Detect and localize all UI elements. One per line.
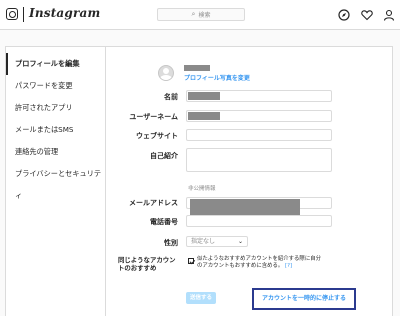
sidebar-item-authorized-apps[interactable]: 許可されたアプリ: [6, 97, 106, 119]
profile-avatar[interactable]: [158, 65, 174, 81]
gender-label: 性別: [164, 239, 178, 247]
help-link[interactable]: [?]: [285, 263, 292, 269]
sidebar-item-change-password[interactable]: パスワードを変更: [6, 75, 106, 97]
name-label: 名前: [164, 93, 178, 101]
phone-field[interactable]: [186, 215, 332, 227]
profile-person-icon[interactable]: [383, 9, 395, 21]
gender-select[interactable]: 指定なし ⌄: [186, 236, 248, 247]
settings-card: プロフィールを編集 パスワードを変更 許可されたアプリ メールまたはSMS 連絡…: [5, 46, 393, 316]
email-label: メールアドレス: [129, 199, 178, 207]
chevron-down-icon: ⌄: [237, 238, 243, 245]
redacted-username-field: [188, 112, 220, 120]
search-placeholder: 検索: [198, 12, 211, 19]
compass-icon[interactable]: [338, 9, 350, 21]
settings-sidebar: プロフィールを編集 パスワードを変更 許可されたアプリ メールまたはSMS 連絡…: [6, 47, 106, 316]
sidebar-item-privacy-security[interactable]: プライバシーとセキュリティ: [6, 163, 106, 200]
sidebar-item-contacts[interactable]: 連絡先の管理: [6, 141, 106, 163]
search-input[interactable]: ⌕ 検索: [157, 8, 245, 21]
similar-accounts-text: 似たようなおすすめアカウントを紹介する際に自分のアカウントもおすすめに含める。: [197, 256, 321, 269]
similar-accounts-checkbox[interactable]: [188, 258, 194, 264]
sidebar-item-edit-profile[interactable]: プロフィールを編集: [6, 53, 106, 75]
submit-button[interactable]: 送信する: [186, 292, 216, 304]
instagram-camera-icon[interactable]: [6, 8, 18, 20]
temporarily-disable-account-link[interactable]: アカウントを一時的に停止する: [252, 288, 356, 310]
logo-divider: [23, 7, 24, 22]
change-profile-photo-link[interactable]: プロフィール写真を変更: [184, 73, 250, 82]
phone-label: 電話番号: [150, 218, 178, 226]
gender-value: 指定なし: [191, 238, 216, 245]
similar-accounts-label: 同じようなアカウントのおすすめ: [118, 256, 176, 272]
similar-accounts-description: 似たようなおすすめアカウントを紹介する際に自分のアカウントもおすすめに含める。 …: [197, 256, 323, 270]
sidebar-item-email-sms[interactable]: メールまたはSMS: [6, 119, 106, 141]
private-info-heading: 非公開情報: [188, 186, 216, 192]
heart-icon[interactable]: [361, 9, 373, 21]
website-field[interactable]: [186, 129, 332, 141]
search-icon: ⌕: [191, 10, 196, 18]
website-label: ウェブサイト: [136, 132, 178, 140]
bio-textarea[interactable]: [186, 148, 332, 172]
username-label: ユーザーネーム: [129, 113, 178, 121]
redacted-username: [184, 65, 210, 71]
instagram-logo-text[interactable]: Instagram: [29, 6, 100, 20]
top-navigation-bar: Instagram ⌕ 検索: [0, 0, 400, 30]
bio-label: 自己紹介: [150, 152, 178, 160]
redacted-name: [188, 92, 220, 100]
